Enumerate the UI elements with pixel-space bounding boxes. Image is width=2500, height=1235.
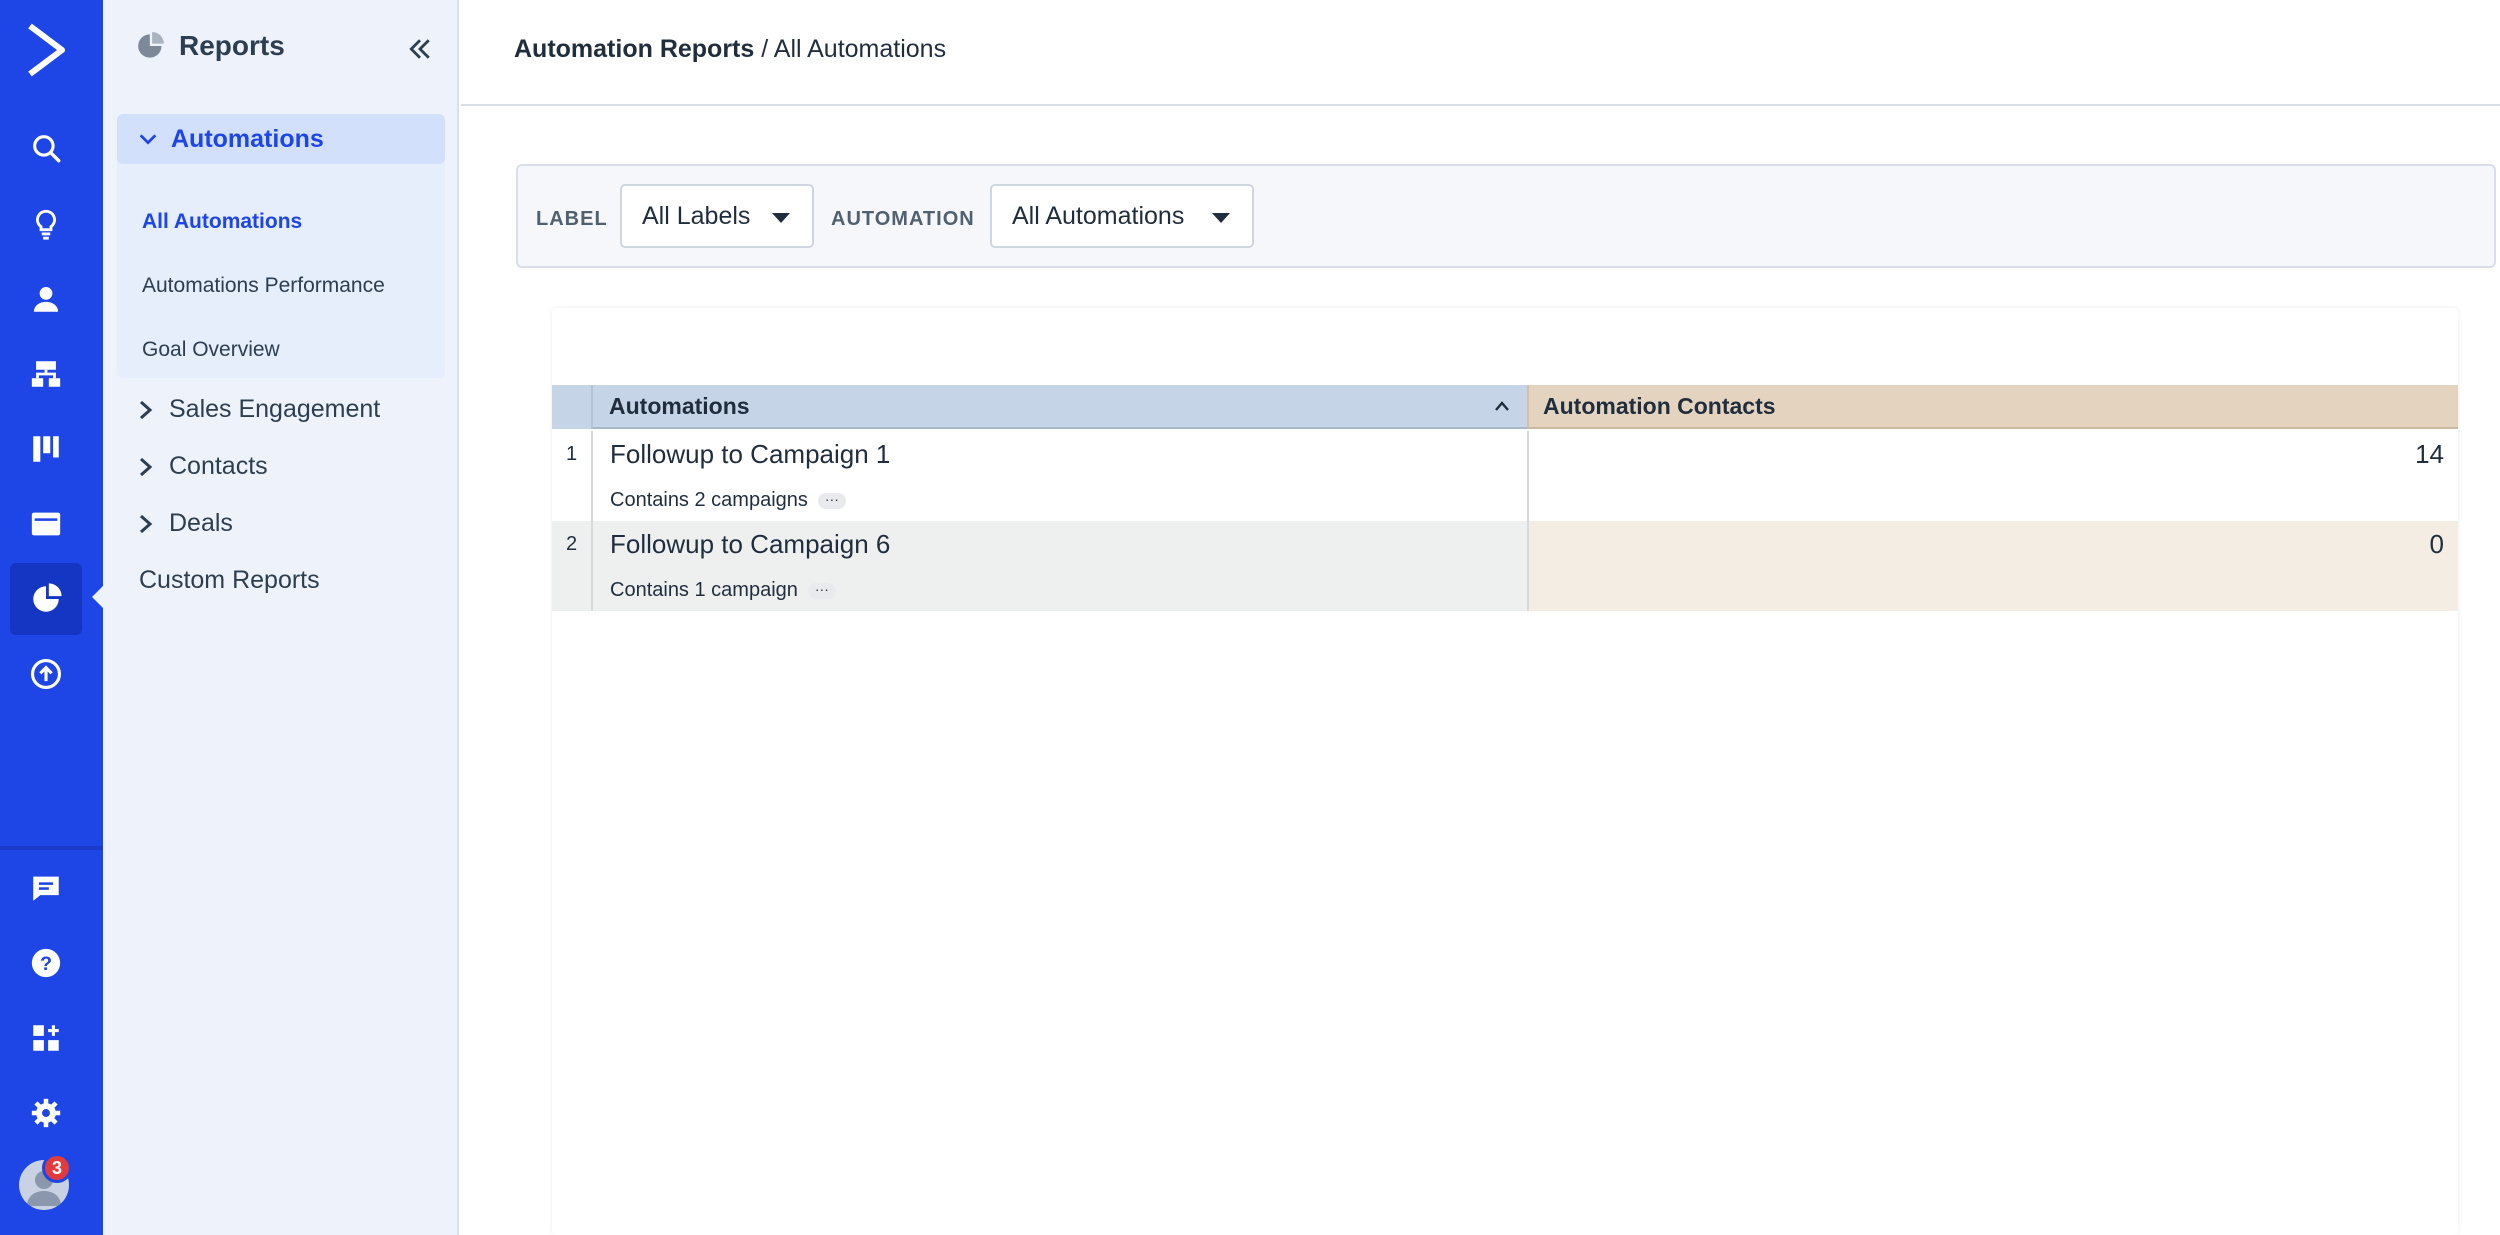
upgrade-icon[interactable]	[10, 638, 82, 710]
page-header: Automation Reports / All Automations	[461, 0, 2500, 106]
breadcrumb-parent[interactable]: Automation Reports	[514, 35, 754, 63]
table-header: Automations Automation Contacts	[552, 385, 2458, 429]
row-number-header	[552, 385, 593, 429]
breadcrumb: Automation Reports / All Automations	[514, 35, 946, 64]
conversations-icon[interactable]	[10, 852, 82, 924]
automations-group-label: Automations	[171, 124, 324, 153]
breadcrumb-separator: /	[761, 35, 769, 63]
collapse-sidebar-icon[interactable]	[405, 34, 435, 64]
automations-group-toggle[interactable]: Automations	[117, 114, 445, 164]
chevron-right-icon	[140, 457, 153, 476]
caret-down-icon	[772, 213, 790, 223]
column-header-label: Automation Contacts	[1543, 392, 1776, 419]
table-row[interactable]: 2 Followup to Campaign 6 Contains 1 camp…	[552, 521, 2458, 611]
label-select[interactable]: All Labels	[620, 184, 814, 248]
settings-gear-icon[interactable]	[10, 1077, 82, 1149]
breadcrumb-current: All Automations	[773, 35, 947, 63]
automation-name[interactable]: Followup to Campaign 6	[610, 529, 890, 560]
label-select-value: All Labels	[642, 201, 751, 230]
column-header-label: Automations	[609, 392, 750, 419]
contacts-cell-bg	[1529, 521, 2458, 611]
sidebar-item-label: Deals	[169, 509, 233, 537]
help-icon[interactable]: ?	[10, 927, 82, 999]
chevron-right-icon	[140, 400, 153, 419]
chevron-down-icon	[139, 134, 157, 145]
reports-sidebar: Reports Automations All Automations Auto…	[103, 0, 459, 1235]
table-row[interactable]: 1 Followup to Campaign 1 Contains 2 camp…	[552, 431, 2458, 521]
column-header-automations[interactable]: Automations	[593, 385, 1527, 429]
campaign-count: Contains 1 campaign	[610, 579, 798, 601]
sidebar-item-sales-engagement[interactable]: Sales Engagement	[137, 395, 380, 424]
chevron-right-icon	[140, 514, 153, 533]
row-number: 1	[552, 431, 593, 521]
sidebar-item-custom-reports[interactable]: Custom Reports	[139, 566, 320, 595]
more-options-icon[interactable]: ···	[817, 492, 846, 509]
automation-name[interactable]: Followup to Campaign 1	[610, 439, 890, 470]
sort-ascending-icon[interactable]	[1493, 399, 1511, 413]
automation-select[interactable]: All Automations	[990, 184, 1254, 248]
more-options-icon[interactable]: ···	[807, 582, 836, 599]
filters-bar: LABEL All Labels AUTOMATION All Automati…	[516, 164, 2496, 268]
report-card: Automations Automation Contacts 1 Follow…	[552, 308, 2458, 1235]
sidebar-item-automations-performance[interactable]: Automations Performance	[142, 274, 385, 298]
reports-pie-icon	[138, 32, 164, 58]
active-pointer	[92, 586, 103, 608]
notification-badge: 3	[42, 1153, 72, 1183]
lightbulb-icon[interactable]	[10, 188, 82, 260]
sidebar-title: Reports	[179, 30, 285, 61]
svg-text:?: ?	[40, 953, 52, 975]
automation-filter-title: AUTOMATION	[831, 208, 975, 230]
caret-down-icon	[1212, 213, 1230, 223]
row-number: 2	[552, 521, 593, 611]
icon-rail: ? 3	[0, 0, 103, 1235]
campaigns-icon[interactable]	[10, 488, 82, 560]
label-filter-title: LABEL	[536, 208, 608, 230]
column-header-automation-contacts[interactable]: Automation Contacts	[1527, 385, 2458, 429]
sidebar-item-goal-overview[interactable]: Goal Overview	[142, 338, 280, 362]
search-icon[interactable]	[10, 112, 82, 184]
automations-group: Automations All Automations Automations …	[117, 114, 445, 378]
sidebar-item-label: Sales Engagement	[169, 395, 381, 423]
sidebar-item-label: Contacts	[169, 452, 268, 480]
sidebar-item-deals[interactable]: Deals	[137, 509, 233, 538]
automation-contacts-value: 0	[2429, 529, 2444, 559]
automations-icon[interactable]	[10, 338, 82, 410]
sidebar-item-contacts[interactable]: Contacts	[137, 452, 268, 481]
sidebar-item-all-automations[interactable]: All Automations	[142, 210, 302, 234]
automation-meta: Contains 1 campaign ···	[610, 579, 836, 602]
sidebar-header: Reports	[137, 30, 285, 62]
rail-divider	[0, 846, 103, 850]
automation-meta: Contains 2 campaigns ···	[610, 489, 846, 512]
logo-icon[interactable]	[22, 22, 70, 78]
column-divider	[1527, 521, 1529, 611]
campaign-count: Contains 2 campaigns	[610, 489, 808, 511]
column-divider	[1527, 431, 1529, 521]
automation-contacts-value: 14	[2415, 439, 2444, 469]
contacts-icon[interactable]	[10, 263, 82, 335]
apps-icon[interactable]	[10, 1002, 82, 1074]
reports-icon[interactable]	[10, 563, 82, 635]
deals-pipeline-icon[interactable]	[10, 413, 82, 485]
automation-select-value: All Automations	[1012, 201, 1185, 230]
